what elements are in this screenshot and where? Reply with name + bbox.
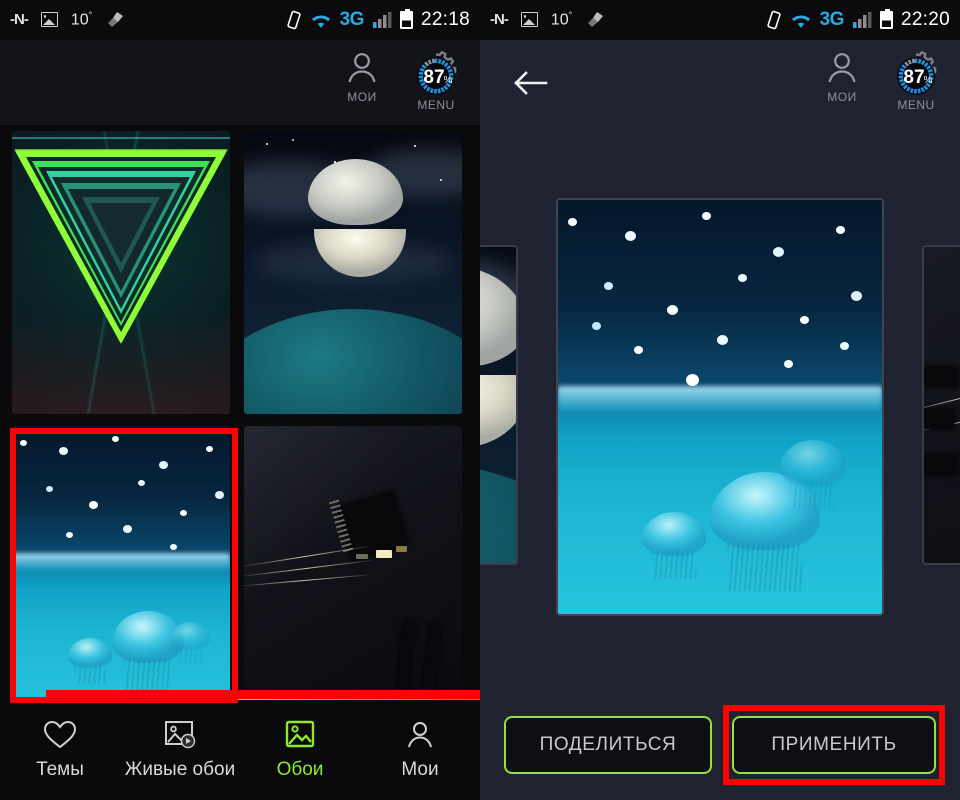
wallpaper-thumb-underwater-jellyfish[interactable] [12,426,230,709]
nav-label-live-wallpaper: Живые обои [124,759,236,780]
wallpaper-art-neon-triangles [12,131,230,414]
wallpaper-thumb-neon-triangles[interactable] [12,131,230,414]
preview-thumb-previous[interactable] [480,245,518,565]
planet-horizon [244,309,462,414]
menu-battery-button[interactable]: 87 % MENU [886,48,946,112]
header-actions-right: МОИ 87 % MENU [812,48,946,112]
profile-label: МОИ [827,90,857,104]
gallery-icon [40,12,58,28]
nav-item-wallpaper[interactable]: Обои [240,700,360,800]
nav-item-my[interactable]: Мои [360,700,480,800]
signal-icon [852,11,872,29]
screenshot-root: -N- 10° 3G 22:18 МОИ 87 % MENU Темы Живы… [0,0,960,800]
status-bar-right-icons-2: 3G 22:20 [766,9,950,31]
temperature-status: 10° [550,10,573,29]
status-bar-left-icons-2: -N- 10° [490,10,605,29]
wallpaper-art-circuit-chip [244,426,462,709]
profile-label: МОИ [347,90,377,104]
status-bar-right: -N- 10° 3G 22:20 [480,0,960,40]
battery-percent-unit: % [924,75,933,86]
wallpaper-thumb-circuit-chip[interactable] [244,426,462,709]
wifi-icon [310,12,332,29]
profile-button[interactable]: МОИ [332,48,392,104]
battery-percent-value: 87 [423,67,444,88]
planet-horizon [480,460,516,563]
live-wallpaper-icon [165,721,196,749]
temperature-status: 10° [70,10,93,29]
nfc-icon: -N- [10,11,29,29]
nav-label-wallpaper: Обои [276,759,324,780]
battery-percent-widget: 87 % [889,48,943,102]
wallpaper-art-underwater-jellyfish [12,426,230,709]
person-icon [408,722,432,748]
signal-icon [372,11,392,29]
battery-percent-unit: % [444,75,453,86]
header-actions-left: МОИ 87 % MENU [332,48,466,112]
preview-thumb-next[interactable] [922,245,960,565]
vibrate-icon [286,10,302,30]
battery-percent-widget: 87 % [409,48,463,102]
menu-label: MENU [897,98,935,112]
wifi-icon [790,12,812,29]
cleaner-icon [105,11,125,29]
back-arrow-icon[interactable] [510,68,550,98]
menu-battery-button[interactable]: 87 % MENU [406,48,466,112]
network-type-label: 3G [819,9,845,30]
wallpaper-grid [0,125,480,709]
status-bar-left: -N- 10° 3G 22:18 [0,0,480,40]
share-button[interactable]: ПОДЕЛИТЬСЯ [504,716,712,774]
status-bar-right-icons: 3G 22:18 [286,9,470,31]
gallery-icon [520,12,538,28]
nav-label-my: Мои [401,759,439,780]
profile-button[interactable]: МОИ [812,48,872,104]
bottom-navigation: Темы Живые обои Обои Мои [0,700,480,800]
apply-button-label: ПРИМЕНИТЬ [771,734,897,755]
left-panel-wallpaper-grid: -N- 10° 3G 22:18 МОИ 87 % MENU Темы Живы… [0,0,480,800]
annotation-red-bar [46,690,480,699]
app-header-right: МОИ 87 % MENU [480,40,960,125]
battery-icon [399,9,413,29]
right-panel-wallpaper-preview: -N- 10° 3G 22:20 МОИ 87 % MENU ПОДЕЛИТЬС… [480,0,960,800]
wallpaper-thumb-pacman-moon[interactable] [244,131,462,414]
preview-main-wallpaper[interactable] [556,198,884,616]
person-icon [348,53,376,83]
nav-item-themes[interactable]: Темы [0,700,120,800]
heart-icon [43,720,77,749]
battery-percent-value: 87 [903,67,924,88]
wallpaper-art-underwater-jellyfish-large [558,200,882,614]
status-clock: 22:20 [900,9,950,30]
network-type-label: 3G [339,9,365,30]
nfc-icon: -N- [490,11,509,29]
wallpaper-art-circuit-chip [924,247,960,563]
menu-label: MENU [417,98,455,112]
nav-label-themes: Темы [36,759,84,780]
status-clock: 22:18 [420,9,470,30]
wallpaper-art-pacman-moon [480,247,516,563]
person-icon [828,53,856,83]
share-button-label: ПОДЕЛИТЬСЯ [539,734,677,755]
preview-action-buttons: ПОДЕЛИТЬСЯ ПРИМЕНИТЬ [480,690,960,800]
cleaner-icon [585,11,605,29]
apply-button-wrapper: ПРИМЕНИТЬ [723,705,945,785]
wallpaper-preview-carousel [480,125,960,685]
status-bar-left-icons: -N- 10° [10,10,125,29]
wallpaper-art-pacman-moon [244,131,462,414]
wallpaper-icon [285,720,315,748]
apply-button[interactable]: ПРИМЕНИТЬ [732,716,936,774]
app-header-left: МОИ 87 % MENU [0,40,480,125]
vibrate-icon [766,10,782,30]
battery-icon [879,9,893,29]
nav-item-live-wallpaper[interactable]: Живые обои [120,700,240,800]
